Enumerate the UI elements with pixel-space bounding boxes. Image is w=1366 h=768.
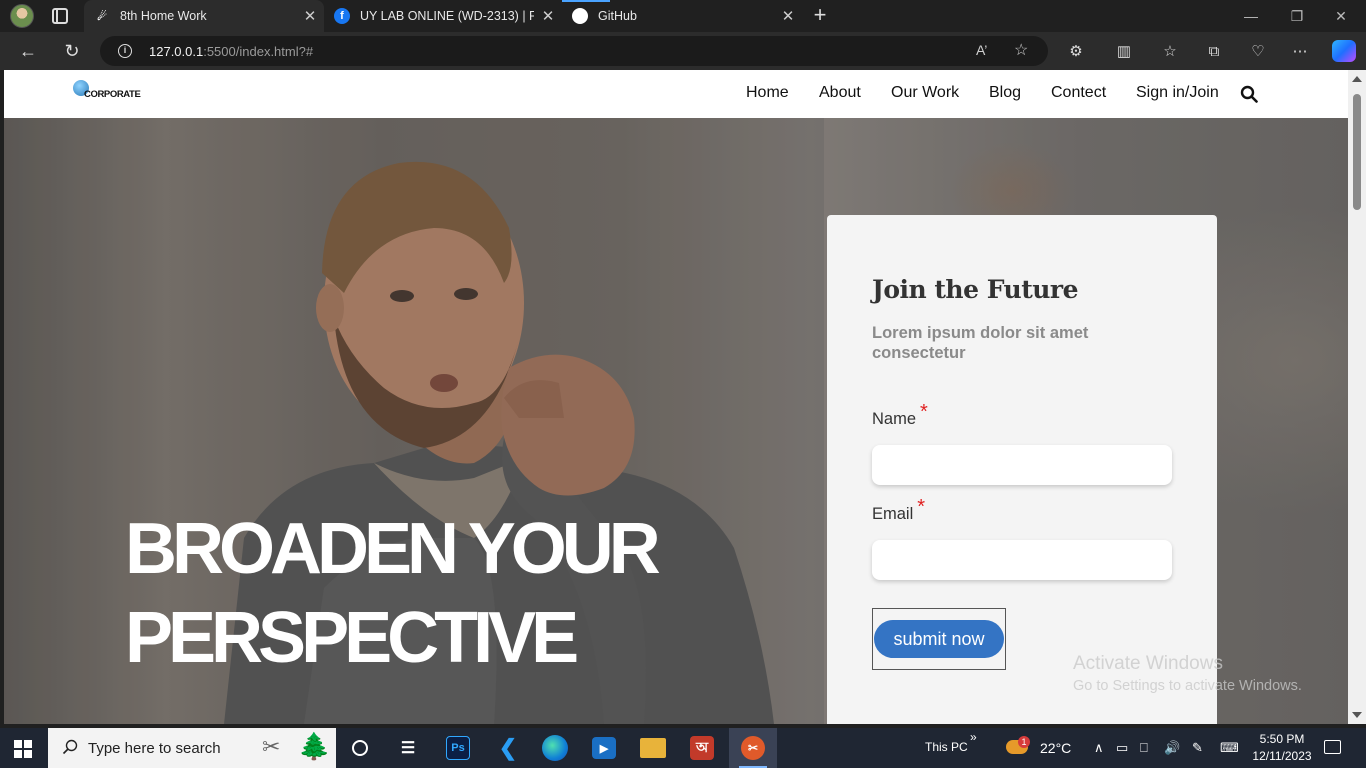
tab-8th-home-work[interactable]: ☄ 8th Home Work ✕ (84, 0, 324, 32)
address-toolbar: ← ↻ i 127.0.0.1:5500/index.html?# A’ ☆ ⚙… (0, 32, 1366, 70)
new-tab-button[interactable]: + (808, 3, 832, 27)
feather-icon: ☄ (97, 10, 107, 23)
browser-essentials-icon[interactable]: ♡ (1248, 41, 1268, 61)
scroll-up-icon[interactable] (1352, 76, 1362, 82)
media-player-icon[interactable]: ▶ (592, 737, 616, 759)
volume-icon[interactable]: 🔊 (1164, 740, 1180, 756)
url-text[interactable]: 127.0.0.1:5500/index.html?# (149, 44, 313, 59)
profile-avatar[interactable] (10, 4, 34, 28)
hero-headline-line1: BROADEN YOUR (125, 509, 661, 589)
tab-title: 8th Home Work (120, 9, 207, 23)
file-explorer-icon[interactable] (640, 738, 666, 758)
clock-time: 5:50 PM (1259, 732, 1305, 746)
search-placeholder: Type here to search (88, 740, 221, 757)
nav-blog[interactable]: Blog (989, 84, 1021, 102)
nav-about[interactable]: About (819, 84, 861, 102)
tab-title: GitHub (598, 9, 637, 23)
active-app-slot[interactable]: ✂ (729, 728, 777, 768)
logo-text: CORPORATE (84, 89, 141, 100)
activate-windows-watermark: Activate Windows Go to Settings to activ… (1073, 653, 1302, 694)
more-menu-icon[interactable]: ⋯ (1290, 41, 1310, 61)
form-title: Join the Future (872, 275, 1079, 304)
task-view-icon[interactable]: ☰ (394, 734, 422, 762)
copilot-icon[interactable] (1332, 40, 1356, 62)
nav-our-work[interactable]: Our Work (891, 84, 959, 102)
facebook-icon: f (334, 8, 350, 24)
hero-section: BROADEN YOUR PERSPECTIVE Join the Future… (4, 118, 1348, 724)
scissors-icon: ✂ (262, 734, 281, 759)
tab-actions-icon[interactable] (52, 8, 68, 24)
hero-headline-line2: PERSPECTIVE (125, 598, 579, 678)
name-field[interactable] (872, 445, 1172, 485)
close-tab-icon[interactable]: ✕ (774, 7, 802, 25)
windows-start-button[interactable] (14, 740, 32, 758)
weather-badge: 1 (1018, 736, 1030, 748)
split-screen-icon[interactable]: ▥ (1114, 41, 1134, 61)
tab-uy-lab[interactable]: f UY LAB ONLINE (WD-2313) | Fac ✕ (324, 0, 562, 32)
close-window-button[interactable]: ✕ (1318, 0, 1364, 32)
toolbar-expand-icon[interactable]: » (970, 730, 977, 744)
battery-icon[interactable]: ▭ (1116, 740, 1128, 756)
address-bar[interactable]: i 127.0.0.1:5500/index.html?# A’ ☆ (100, 36, 1048, 66)
nav-home[interactable]: Home (746, 84, 789, 102)
back-button[interactable]: ← (14, 37, 42, 65)
nav-contect[interactable]: Contect (1051, 84, 1106, 102)
watermark-title: Activate Windows (1073, 653, 1223, 674)
required-asterisk: * (920, 401, 928, 423)
submit-button-frame: submit now (872, 608, 1006, 670)
extensions-icon[interactable]: ⚙ (1066, 41, 1086, 61)
search-icon (62, 739, 78, 755)
minimize-button[interactable]: — (1228, 0, 1274, 32)
site-header: CORPORATE Home About Our Work Blog Conte… (4, 70, 1348, 118)
tab-strip: ☄ 8th Home Work ✕ f UY LAB ONLINE (WD-23… (0, 0, 1366, 32)
tree-icon: 🌲 (298, 731, 331, 761)
snipping-tool-icon: ✂ (741, 736, 765, 760)
read-aloud-icon[interactable]: A’ (976, 42, 987, 58)
weather-icon[interactable]: 1 (1006, 736, 1032, 758)
email-label: Email * (872, 496, 926, 523)
tab-github[interactable]: ● GitHub ✕ (562, 0, 802, 32)
required-asterisk: * (917, 496, 926, 518)
restore-button[interactable]: ❐ (1274, 0, 1320, 32)
submit-button[interactable]: submit now (874, 620, 1004, 658)
cortana-icon[interactable] (346, 734, 374, 762)
signup-form-card: Join the Future Lorem ipsum dolor sit am… (827, 215, 1217, 724)
page-viewport: CORPORATE Home About Our Work Blog Conte… (4, 70, 1348, 724)
taskbar-search-box[interactable]: Type here to search ✂ 🌲 (48, 728, 336, 768)
clock-date: 12/11/2023 (1252, 749, 1312, 763)
bijoy-keyboard-icon[interactable]: অ (690, 736, 714, 760)
page-scrollbar[interactable] (1348, 70, 1366, 724)
system-clock[interactable]: 5:50 PM 12/11/2023 (1250, 731, 1314, 765)
scroll-thumb[interactable] (1353, 94, 1361, 210)
nav-sign-in-join[interactable]: Sign in/Join (1136, 84, 1219, 102)
vscode-icon[interactable]: ❮ (494, 734, 522, 762)
scroll-down-icon[interactable] (1352, 712, 1362, 718)
email-field[interactable] (872, 540, 1172, 580)
hidden-icons-chevron-icon[interactable]: ∧ (1094, 740, 1104, 756)
windows-taskbar: Type here to search ✂ 🌲 ☰ Ps ❮ ▶ অ ✂ Thi… (0, 728, 1366, 768)
site-logo[interactable]: CORPORATE (70, 78, 141, 104)
github-icon: ● (572, 8, 588, 24)
this-pc-label[interactable]: This PC (925, 740, 968, 754)
favorite-star-icon[interactable]: ☆ (1014, 40, 1028, 60)
pen-icon[interactable]: ✎ (1192, 740, 1203, 756)
close-tab-icon[interactable]: ✕ (534, 7, 562, 25)
close-tab-icon[interactable]: ✕ (296, 7, 324, 25)
watermark-subtitle: Go to Settings to activate Windows. (1073, 678, 1302, 694)
name-label: Name * (872, 401, 928, 428)
tab-title: UY LAB ONLINE (WD-2313) | Fac (360, 9, 534, 23)
edge-icon[interactable] (542, 735, 568, 761)
photoshop-icon[interactable]: Ps (446, 736, 470, 760)
weather-temperature[interactable]: 22°C (1040, 740, 1071, 756)
favorites-icon[interactable]: ☆ (1160, 41, 1180, 61)
site-info-icon[interactable]: i (118, 44, 132, 58)
form-subtitle: Lorem ipsum dolor sit amet consectetur (872, 324, 1089, 362)
refresh-button[interactable]: ↻ (58, 37, 86, 65)
keyboard-icon[interactable]: ⌨ (1220, 740, 1239, 756)
network-icon[interactable]: ⎕ (1140, 740, 1148, 756)
collections-icon[interactable]: ⧉ (1204, 41, 1224, 61)
search-icon[interactable] (1240, 85, 1258, 103)
notification-center-icon[interactable] (1324, 740, 1341, 754)
